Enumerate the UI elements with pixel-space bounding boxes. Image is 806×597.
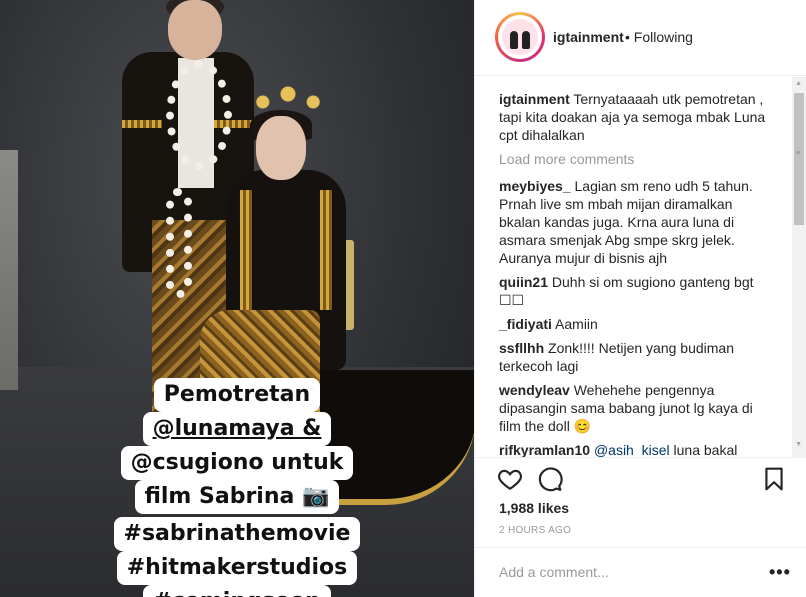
hashtag-line: #sabrinathemovie <box>113 517 361 551</box>
comment-item: igtainment Ternyataaaah utk pemotretan ,… <box>499 90 769 144</box>
comment-mention[interactable]: @asih_kisel <box>594 442 670 457</box>
avatar[interactable] <box>495 12 545 62</box>
comment-item: quiin21 Duhh si om sugiono ganteng bgt ☐… <box>499 273 769 309</box>
avatar-logo-icon <box>502 19 538 55</box>
comment-username[interactable]: wendyleav <box>499 382 570 398</box>
follow-status[interactable]: • Following <box>625 29 693 45</box>
add-comment-bar: Add a comment... ••• <box>475 547 806 597</box>
caption-overlay-2: #sabrinathemovie #hitmakerstudios #comin… <box>0 517 474 597</box>
likes-count[interactable]: 1,988 likes <box>499 500 569 516</box>
scroll-up-arrow-icon[interactable]: ▲ <box>795 80 802 87</box>
post-timestamp[interactable]: 2 HOURS AGO <box>499 525 571 536</box>
light-stand <box>0 150 18 390</box>
comment-username[interactable]: igtainment <box>499 91 570 107</box>
comment-username[interactable]: meybiyes_ <box>499 178 571 194</box>
scrollbar-thumb[interactable] <box>794 93 804 225</box>
caption-overlay-1: Pemotretan @lunamaya & @csugiono untuk f… <box>0 378 474 514</box>
add-comment-input[interactable]: Add a comment... <box>499 564 609 580</box>
caption-line: @lunamaya & <box>142 412 332 446</box>
comment-item: meybiyes_ Lagian sm reno udh 5 tahun. Pr… <box>499 177 769 267</box>
gold-embroidery <box>240 190 252 310</box>
header-username[interactable]: igtainment <box>553 29 624 45</box>
post-header: igtainment • Following <box>475 0 806 76</box>
hashtag-line: #comingsoon <box>143 585 331 597</box>
heart-icon[interactable] <box>497 466 523 492</box>
more-options-icon[interactable]: ••• <box>769 562 791 583</box>
comment-username[interactable]: _fidiyati <box>499 316 552 332</box>
comment-username[interactable]: rifkyramlan10 <box>499 442 590 457</box>
comment-username[interactable]: quiin21 <box>499 274 548 290</box>
bookmark-icon[interactable] <box>761 466 787 492</box>
scrollbar-grip-icon: ≡ <box>796 150 801 157</box>
comment-text: Aamiin <box>555 316 598 332</box>
post-side-panel: igtainment • Following igtainment Ternya… <box>474 0 806 597</box>
scroll-down-arrow-icon[interactable]: ▼ <box>795 441 802 448</box>
groom-face <box>168 0 222 60</box>
load-more-comments-link[interactable]: Load more comments <box>499 151 634 167</box>
caption-line: film Sabrina 📷 <box>134 480 340 514</box>
comment-username[interactable]: ssfllhh <box>499 340 544 356</box>
comment-item: rifkyramlan10 @asih_kisel luna bakal nik… <box>499 441 769 457</box>
caption-line: @csugiono untuk <box>120 446 354 480</box>
post-actions-bar <box>475 457 806 497</box>
comment-item: wendyleav Wehehehe pengennya dipasangin … <box>499 381 769 435</box>
comment-bubble-icon[interactable] <box>537 466 563 492</box>
caption-line: Pemotretan <box>153 378 321 412</box>
hashtag-line: #hitmakerstudios <box>116 551 358 585</box>
gold-embroidery <box>320 190 332 310</box>
post-photo[interactable]: Pemotretan @lunamaya & @csugiono untuk f… <box>0 0 474 597</box>
avatar-inner <box>498 15 542 59</box>
jasmine-garland <box>166 60 232 170</box>
comment-item: _fidiyati Aamiin <box>499 315 769 333</box>
bride-crown <box>246 86 330 126</box>
gold-embroidery <box>122 120 162 128</box>
comments-list[interactable]: igtainment Ternyataaaah utk pemotretan ,… <box>475 77 806 457</box>
comment-item: ssfllhh Zonk!!!! Netijen yang budiman te… <box>499 339 769 375</box>
jasmine-garland <box>166 188 192 298</box>
